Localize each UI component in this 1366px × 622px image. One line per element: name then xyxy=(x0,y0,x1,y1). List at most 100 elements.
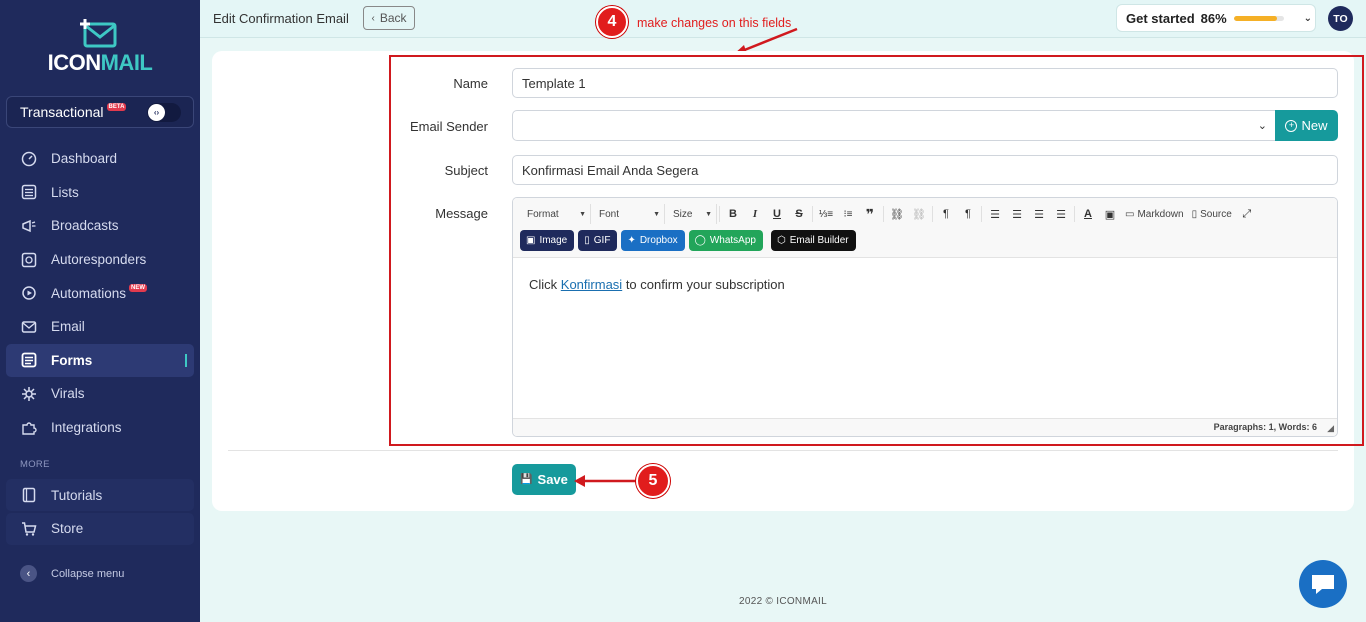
underline-icon[interactable]: U xyxy=(766,204,788,224)
format-dropdown[interactable]: Format ▼ xyxy=(519,204,591,224)
italic-icon[interactable]: I xyxy=(744,204,766,224)
word-count: Paragraphs: 1, Words: 6 xyxy=(1213,422,1317,432)
blockquote-icon[interactable]: ❞ xyxy=(859,204,881,224)
background-color-icon[interactable]: ▣ xyxy=(1099,204,1121,224)
chat-button[interactable] xyxy=(1299,560,1347,608)
resize-handle-icon[interactable]: ◢ xyxy=(1327,423,1334,434)
fullscreen-icon[interactable]: ⤢ xyxy=(1236,204,1258,224)
ordered-list-icon[interactable]: ⅓≡ xyxy=(815,204,837,224)
puzzle-icon xyxy=(20,419,37,436)
collapse-menu-button[interactable]: ‹ Collapse menu xyxy=(20,565,124,582)
beta-badge: BETA xyxy=(106,103,127,111)
get-started-label: Get started xyxy=(1126,10,1195,26)
form-divider xyxy=(228,450,1338,451)
insert-dropbox-button[interactable]: ✦ Dropbox xyxy=(621,229,685,251)
align-center-icon[interactable]: ☰ xyxy=(1006,204,1028,224)
avatar[interactable]: TO xyxy=(1328,6,1353,31)
name-value: Template 1 xyxy=(522,75,586,91)
new-sender-button[interactable]: + New xyxy=(1275,110,1338,141)
sidebar-item-label: Broadcasts xyxy=(51,218,119,234)
sidebar-item-autoresponders[interactable]: Autoresponders xyxy=(6,243,194,277)
get-started-dropdown[interactable]: Get started 86% ⌄ xyxy=(1116,4,1316,32)
format-label: Format xyxy=(527,208,559,220)
transactional-toggle[interactable]: ‹› xyxy=(147,103,181,122)
sidebar-item-tutorials[interactable]: Tutorials xyxy=(6,479,194,511)
subject-label: Subject xyxy=(444,163,488,178)
size-dropdown[interactable]: Size ▼ xyxy=(665,204,717,224)
editor-body-suffix: to confirm your subscription xyxy=(622,277,785,292)
insert-image-label: Image xyxy=(539,234,568,246)
insert-gif-label: GIF xyxy=(593,234,611,246)
font-dropdown[interactable]: Font ▼ xyxy=(591,204,665,224)
sidebar-item-email[interactable]: Email xyxy=(6,310,194,344)
sidebar-item-lists[interactable]: Lists xyxy=(6,176,194,210)
back-button[interactable]: ‹ Back xyxy=(363,6,415,30)
confirmation-link[interactable]: Konfirmasi xyxy=(561,277,622,292)
align-left-icon[interactable]: ☰ xyxy=(984,204,1006,224)
sidebar-item-integrations[interactable]: Integrations xyxy=(6,411,194,445)
caret-down-icon: ▼ xyxy=(579,210,586,218)
sidebar-item-label: Tutorials xyxy=(51,487,103,503)
email-builder-button[interactable]: ⬡ Email Builder xyxy=(770,229,856,251)
whatsapp-icon: ◯ xyxy=(694,234,706,246)
align-right-icon[interactable]: ☰ xyxy=(1028,204,1050,224)
main-nav: Dashboard Lists Broadcasts Autoresponder… xyxy=(6,142,194,444)
bulleted-list-icon[interactable]: ⁝≡ xyxy=(837,204,859,224)
source-button[interactable]: ▯ Source xyxy=(1188,209,1236,220)
text-color-icon[interactable]: A xyxy=(1077,204,1099,224)
email-builder-label: Email Builder xyxy=(789,234,849,246)
more-section-label: MORE xyxy=(20,459,50,470)
viral-icon xyxy=(20,385,37,402)
transactional-label: Transactional xyxy=(20,104,104,120)
autoresponder-icon xyxy=(20,251,37,268)
caret-down-icon: ▼ xyxy=(653,210,660,218)
sidebar-item-forms[interactable]: Forms xyxy=(6,343,194,378)
logo[interactable]: ICONMAIL xyxy=(0,18,200,76)
annotation-step-5: 5 xyxy=(636,464,670,498)
insert-dropbox-label: Dropbox xyxy=(639,234,678,246)
unlink-icon[interactable]: ⛓ xyxy=(908,204,930,224)
source-icon: ▯ xyxy=(1191,208,1198,220)
chevron-down-icon: ⌄ xyxy=(1303,12,1313,24)
list-icon xyxy=(20,184,37,201)
sidebar-item-broadcasts[interactable]: Broadcasts xyxy=(6,209,194,243)
sidebar-item-automations[interactable]: Automations NEW xyxy=(6,276,194,310)
sidebar-item-label: Forms xyxy=(51,352,93,368)
new-sender-label: New xyxy=(1301,118,1328,133)
new-badge: NEW xyxy=(129,284,148,293)
insert-gif-button[interactable]: ▯ GIF xyxy=(578,229,618,251)
email-sender-select[interactable]: ⌄ xyxy=(512,110,1276,141)
editor-content[interactable]: Click Konfirmasi to confirm your subscri… xyxy=(529,277,785,292)
sidebar-item-dashboard[interactable]: Dashboard xyxy=(6,142,194,176)
name-input[interactable]: Template 1 xyxy=(512,68,1338,98)
chevron-down-icon: ⌄ xyxy=(1257,120,1267,132)
toolbar-separator xyxy=(719,206,720,222)
annotation-step-4: 4 xyxy=(596,6,628,38)
markdown-button[interactable]: ▭ Markdown xyxy=(1121,209,1188,220)
align-justify-icon[interactable]: ☰ xyxy=(1050,204,1072,224)
megaphone-icon xyxy=(20,217,37,234)
strikethrough-icon[interactable]: S xyxy=(788,204,810,224)
insert-image-button[interactable]: ▣ Image xyxy=(520,229,575,251)
insert-whatsapp-button[interactable]: ◯ WhatsApp xyxy=(688,229,763,251)
code-icon: ‹› xyxy=(148,104,165,121)
sidebar-item-virals[interactable]: Virals xyxy=(6,377,194,411)
save-button[interactable]: 💾 Save xyxy=(512,464,576,495)
sidebar-item-store[interactable]: Store xyxy=(6,512,194,545)
transactional-switch[interactable]: Transactional BETA ‹› xyxy=(6,96,194,128)
progress-bar xyxy=(1233,15,1284,21)
name-label: Name xyxy=(453,76,488,91)
sidebar-item-label: Dashboard xyxy=(51,151,118,167)
email-sender-label: Email Sender xyxy=(409,119,488,134)
ltr-direction-icon[interactable]: ¶ xyxy=(935,204,957,224)
automation-icon xyxy=(20,285,37,302)
rtl-direction-icon[interactable]: ¶ xyxy=(957,204,979,224)
envelope-icon xyxy=(20,318,37,335)
bold-icon[interactable]: B xyxy=(722,204,744,224)
message-label: Message xyxy=(435,206,488,221)
link-icon[interactable]: ⛓ xyxy=(886,204,908,224)
form-icon xyxy=(20,352,37,369)
markdown-label: Markdown xyxy=(1137,208,1184,220)
subject-input[interactable]: Konfirmasi Email Anda Segera xyxy=(512,155,1338,185)
insert-whatsapp-label: WhatsApp xyxy=(709,234,756,246)
